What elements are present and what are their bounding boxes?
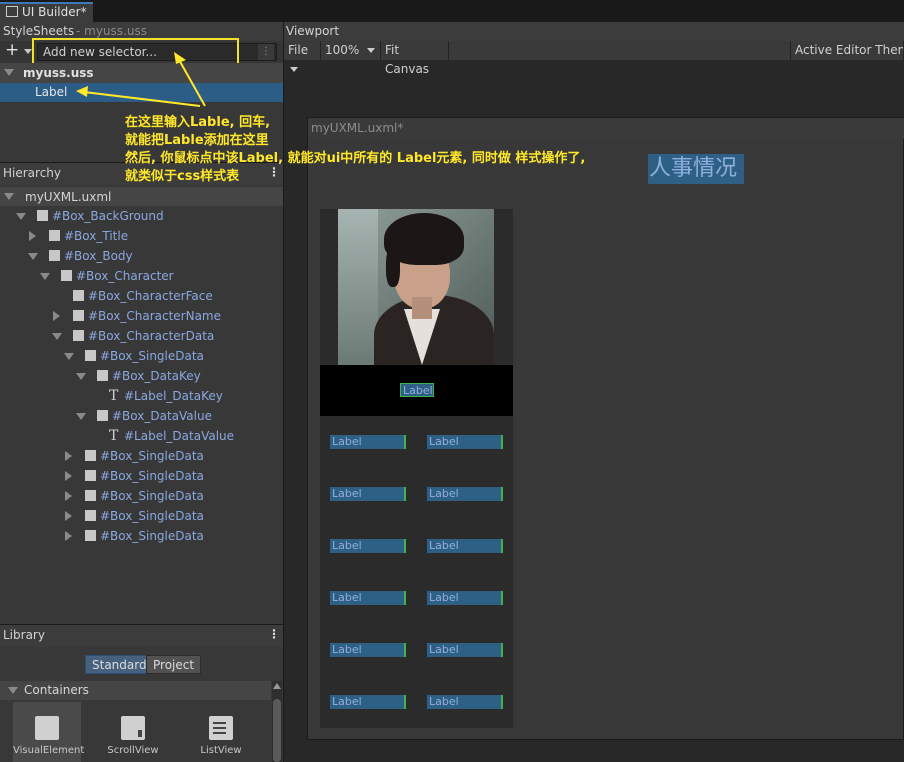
arrow-to-selector-line [177,57,206,107]
annotation-line: 就能把Lable添加在这里 [125,133,269,148]
annotation-text: 在这里输入Lable, 回车, 就能把Lable添加在这里 然后, 你鼠标点中该… [125,114,645,186]
arrow-to-label-line [83,91,201,107]
arrow-to-label-head [76,86,88,97]
arrow-to-selector-head [174,52,186,64]
annotation-line: 然后, 你鼠标点中该Label, 就能对ui中所有的 Label元素, 同时做 … [125,151,586,166]
annotation-line: 就类似于css样式表 [125,169,240,184]
annotation-line: 在这里输入Lable, 回车, [125,115,271,130]
